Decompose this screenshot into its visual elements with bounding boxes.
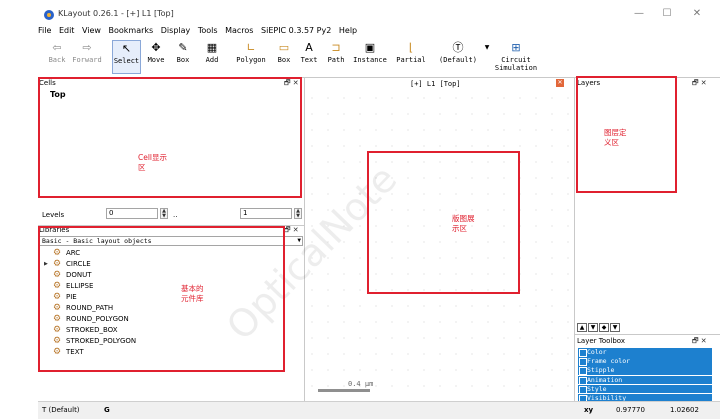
path-tool-button[interactable]: ⊐ Path xyxy=(325,40,347,74)
level-from-input[interactable]: 0 xyxy=(106,208,158,219)
back-arrow-icon: ⇦ xyxy=(52,41,62,54)
layer-move-top-icon[interactable]: ▲ xyxy=(577,323,587,332)
polygon-tool-button[interactable]: ∟ Polygon xyxy=(234,40,268,74)
toolbox-row-style[interactable]: Style xyxy=(578,384,712,394)
annotation-box-cells xyxy=(38,77,302,198)
text-tool-button[interactable]: A Text xyxy=(298,40,320,74)
annotation-layout-display: 版图展 示区 xyxy=(452,214,475,233)
dropdown-arrow-icon: ▼ xyxy=(484,44,490,51)
move-tool-button[interactable]: ✥ Move xyxy=(144,40,168,74)
add-button[interactable]: ▦ Add xyxy=(200,40,224,74)
default-macro-button[interactable]: Ⓣ (Default) xyxy=(436,40,480,74)
toolbox-row-stipple[interactable]: Stipple xyxy=(578,366,712,375)
status-x-value: 0.97770 xyxy=(616,406,645,414)
move-icon: ✥ xyxy=(151,41,161,54)
layer-toolbox-float-close-icon[interactable]: 🗗 ✕ xyxy=(692,337,707,348)
layer-navigation-toolbar: ▲ ▼ ◆ ▼ xyxy=(577,322,621,332)
path-icon: ⊐ xyxy=(331,41,341,54)
close-window-button[interactable]: ✕ xyxy=(690,8,704,19)
box-zoom-button[interactable]: ✎ Box xyxy=(172,40,194,74)
layers-panel-float-close-icon[interactable]: 🗗 ✕ xyxy=(692,79,707,90)
box-tool-button[interactable]: ▭ Box xyxy=(274,40,294,74)
scale-bar-label: 0.4 µm xyxy=(348,380,374,388)
menu-bookmarks[interactable]: Bookmarks xyxy=(109,26,154,35)
menu-tools[interactable]: Tools xyxy=(198,26,218,35)
right-panel-divider xyxy=(574,77,575,401)
layers-toolbox-divider xyxy=(574,334,720,335)
menu-macros[interactable]: Macros xyxy=(225,26,253,35)
window-title: KLayout 0.26.1 - [+] L1 [Top] xyxy=(58,9,174,18)
circuit-simulation-button[interactable]: ⊞ Circuit Simulation xyxy=(494,40,538,74)
status-bar: T (Default) G xy 0.97770 1.02602 xyxy=(38,401,720,419)
select-tool-button[interactable]: ↖ Select xyxy=(112,40,141,74)
levels-label: Levels xyxy=(42,211,65,219)
instance-tool-button[interactable]: ▣ Instance xyxy=(352,40,388,74)
klayout-logo-icon xyxy=(44,10,54,20)
annotation-layer-def: 图层定 义区 xyxy=(604,128,627,147)
main-toolbar: ⇦ Back ⇨ Forward ↖ Select ✥ Move ✎ Box ▦… xyxy=(38,40,720,76)
status-mode: T (Default) xyxy=(42,406,80,414)
minimize-button[interactable]: — xyxy=(632,8,646,19)
toolbox-row-animation[interactable]: Animation xyxy=(578,375,712,385)
menu-edit[interactable]: Edit xyxy=(59,26,75,35)
level-to-input[interactable]: 1 xyxy=(240,208,292,219)
scale-bar xyxy=(318,389,370,392)
level-from-spinner-icon[interactable]: ▲ ▼ xyxy=(160,208,168,219)
partial-tool-button[interactable]: ⌊ Partial xyxy=(396,40,426,74)
instance-icon: ▣ xyxy=(364,41,376,54)
back-button[interactable]: ⇦ Back xyxy=(42,40,72,74)
annotation-basic-lib: 基本的 元件库 xyxy=(181,284,204,303)
level-to-spinner-icon[interactable]: ▲ ▼ xyxy=(294,208,302,219)
menu-view[interactable]: View xyxy=(82,26,101,35)
macro-icon: Ⓣ xyxy=(452,41,464,54)
menu-bar: File Edit View Bookmarks Display Tools M… xyxy=(38,26,720,38)
title-bar: KLayout 0.26.1 - [+] L1 [Top] — ☐ ✕ xyxy=(0,0,720,26)
menu-file[interactable]: File xyxy=(38,26,51,35)
status-xy-label: xy xyxy=(584,406,594,414)
forward-arrow-icon: ⇨ xyxy=(82,41,92,54)
default-dropdown-arrow[interactable]: ▼ xyxy=(484,40,490,74)
pointer-icon: ↖ xyxy=(121,42,132,55)
layer-toolbox-list: Color Frame color Stipple Animation Styl… xyxy=(578,348,712,403)
add-shape-icon: ▦ xyxy=(206,41,218,54)
layer-move-down-icon[interactable]: ◆ xyxy=(599,323,609,332)
box-icon: ▭ xyxy=(278,41,290,54)
layer-move-up-icon[interactable]: ▼ xyxy=(588,323,598,332)
annotation-cells-display: Cell显示 区 xyxy=(138,153,168,172)
menu-display[interactable]: Display xyxy=(161,26,191,35)
ruler-icon: ✎ xyxy=(178,41,188,54)
status-y-value: 1.02602 xyxy=(670,406,699,414)
circuit-icon: ⊞ xyxy=(511,41,521,54)
status-grid-label: G xyxy=(104,406,110,414)
menu-siepic[interactable]: SiEPIC 0.3.57 Py2 xyxy=(261,26,331,35)
annotation-box-layout xyxy=(367,151,520,294)
layer-move-bottom-icon[interactable]: ▼ xyxy=(610,323,620,332)
close-layout-tab-icon[interactable]: ✕ xyxy=(556,79,564,87)
layout-tab-title[interactable]: [+] L1 [Top] xyxy=(410,80,461,88)
partial-icon: ⌊ xyxy=(408,41,414,54)
maximize-button[interactable]: ☐ xyxy=(660,8,674,19)
levels-separator: .. xyxy=(173,211,178,219)
toolbox-row-color[interactable]: Color xyxy=(578,348,712,357)
forward-button[interactable]: ⇨ Forward xyxy=(70,40,104,74)
polygon-icon: ∟ xyxy=(246,41,256,54)
toolbox-row-frame-color[interactable]: Frame color xyxy=(578,357,712,366)
text-icon: A xyxy=(305,41,313,54)
menu-help[interactable]: Help xyxy=(339,26,357,35)
annotation-box-libraries xyxy=(38,226,285,372)
layer-toolbox-title: Layer Toolbox xyxy=(577,337,625,345)
